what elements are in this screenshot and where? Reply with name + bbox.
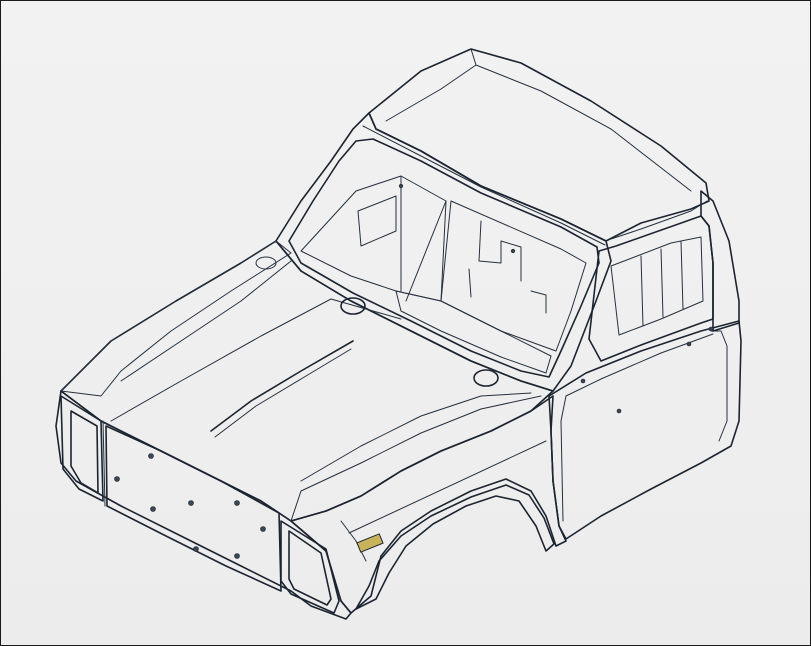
interior-side — [300, 175, 447, 302]
interior-hole — [510, 248, 516, 254]
grille-hole — [193, 546, 199, 552]
side-hole — [580, 378, 586, 384]
grille-hole — [234, 500, 240, 506]
wheel-arch — [355, 484, 555, 610]
cowl-vent-top — [255, 256, 277, 270]
grille-hole — [114, 476, 120, 482]
grille-panel — [105, 425, 282, 592]
front-fascia — [55, 390, 352, 620]
roof-panel — [368, 48, 710, 242]
interior-rear-wall — [440, 200, 587, 352]
grille-hole — [188, 500, 194, 506]
cad-viewport[interactable] — [0, 0, 811, 646]
hood-panel — [60, 240, 554, 522]
grille-hole — [260, 526, 266, 532]
side-panel — [548, 320, 742, 540]
cowl-vent-right — [473, 369, 499, 387]
grille-hole — [150, 506, 156, 512]
hood-center-crease — [120, 260, 292, 382]
roof-crown-line — [385, 48, 692, 192]
side-hole — [616, 408, 622, 414]
hood-scoop-line — [210, 340, 354, 432]
rear-window-opening — [588, 215, 714, 362]
side-hole — [708, 326, 714, 332]
roof-rear-rib — [610, 200, 708, 240]
interior-hole — [398, 183, 404, 189]
right-fender — [290, 395, 567, 614]
grille-hole — [234, 553, 240, 559]
interior-floor — [395, 290, 552, 374]
side-hole — [686, 341, 692, 347]
grille-hole — [148, 453, 154, 459]
truck-cab-model[interactable] — [1, 1, 811, 646]
windshield-glass — [288, 138, 600, 378]
rear-interior — [610, 236, 704, 336]
c-pillar — [700, 190, 740, 332]
hood-right-crease — [300, 392, 532, 482]
side-marker-light — [356, 533, 384, 553]
